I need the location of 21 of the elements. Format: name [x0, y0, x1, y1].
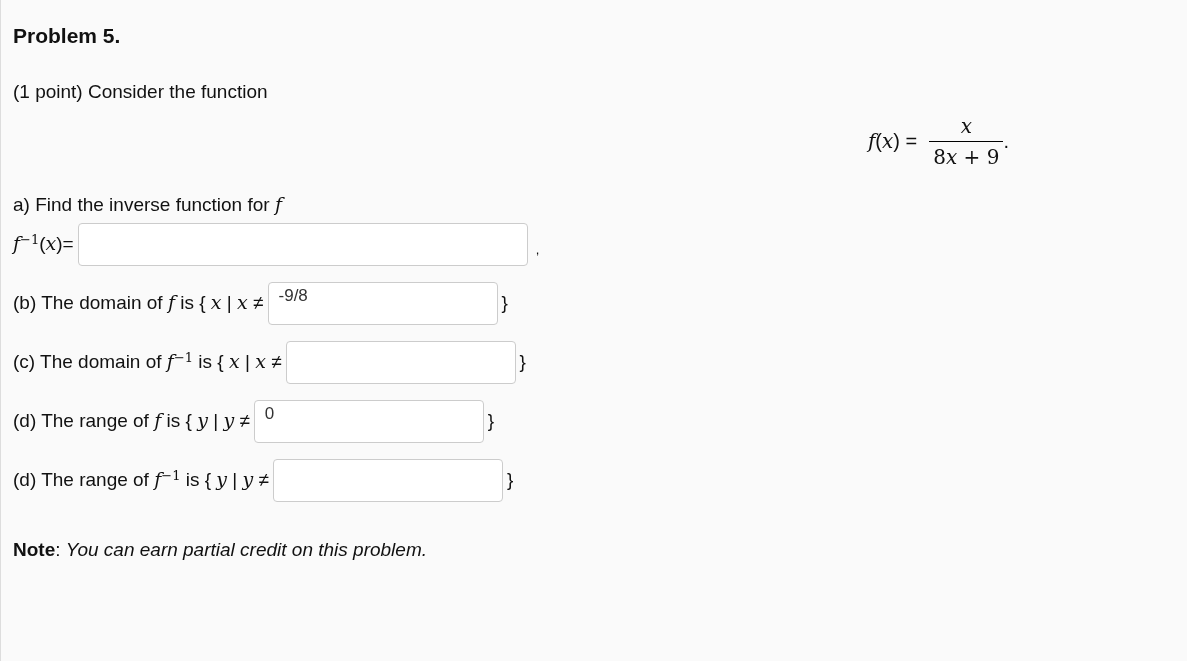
part-suffix: ,: [535, 241, 540, 260]
part-prompt: (b) The domain of f is { x | x ≠: [13, 290, 264, 316]
answer-field[interactable]: [285, 340, 516, 384]
part-suffix: }: [501, 290, 508, 315]
note-text: Note: You can earn partial credit on this problem.: [13, 537, 427, 562]
part-suffix: }: [487, 408, 495, 433]
part-prompt: (c) The domain of f$^{−1}$ is { x | x ≠: [13, 348, 282, 375]
problem-title: Problem 5.: [13, 23, 121, 49]
part-prompt: (d) The range of f is { y | y ≠: [13, 408, 250, 434]
answer-field[interactable]: 0: [253, 399, 484, 443]
formula-period: .: [1003, 129, 1009, 154]
part-suffix: }: [519, 349, 526, 374]
problem-intro: (1 point) Consider the function: [13, 79, 268, 104]
part-prompt: f$^{−1}$(x)=: [13, 230, 74, 257]
answer-field[interactable]: -9/8: [267, 281, 498, 325]
answer-field[interactable]: [273, 458, 503, 502]
formula-lhs: f(x) =: [867, 128, 918, 155]
answer-field[interactable]: [77, 222, 528, 266]
fraction: x 8x + 9: [929, 110, 1004, 172]
part-prompt: (d) The range of f$^{−1}$ is { y | y ≠: [13, 466, 269, 493]
part-suffix: }: [507, 467, 514, 492]
